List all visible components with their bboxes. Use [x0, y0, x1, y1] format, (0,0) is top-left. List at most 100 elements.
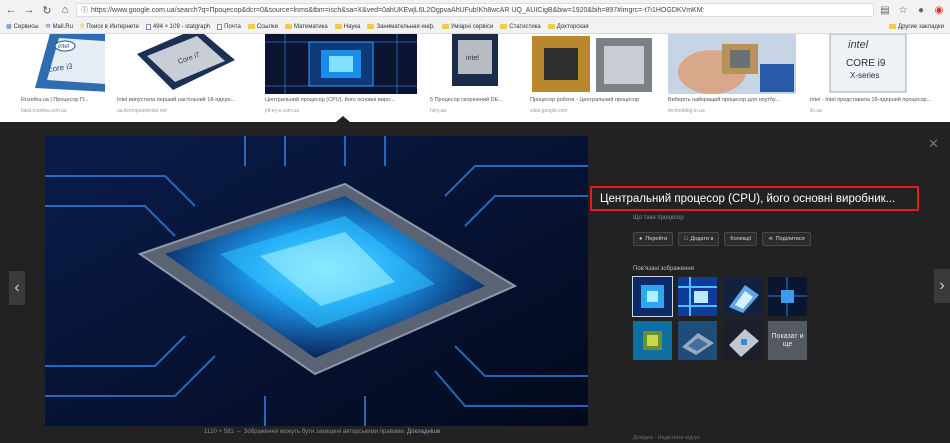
image-size: 1120 × 581: [204, 429, 234, 435]
related-image[interactable]: [768, 277, 807, 316]
chevron-left-icon: ‹: [14, 279, 20, 296]
share-icon: ⊲: [768, 236, 773, 242]
thumbnail-source: hmy.ua: [430, 108, 447, 114]
folder-icon: [284, 24, 292, 29]
result-thumbnail-selected[interactable]: Центральний процесор (CPU), його основні…: [265, 34, 417, 114]
highlighted-title-box: Центральний процесор (CPU), його основні…: [590, 186, 919, 211]
back-arrow-icon[interactable]: ←: [4, 3, 18, 17]
star-icon[interactable]: ☆: [896, 3, 910, 17]
result-thumbnail[interactable]: intel CORE i9 X-series Intel - Intel пре…: [810, 34, 931, 114]
intel-core-i3-box-icon: intel core i3: [21, 34, 105, 94]
reload-icon[interactable]: ↻: [40, 3, 54, 17]
bookmark-folder-doctoral[interactable]: Докторская: [547, 24, 589, 30]
result-thumbnail[interactable]: intel 5 Процесор скорінений DE... hmy.ua: [430, 34, 520, 114]
bookmark-folder-science[interactable]: Наука: [334, 24, 360, 30]
browser-toolbar: ← → ↻ ⌂ ⓘ https://www.google.com.ua/sear…: [0, 0, 950, 20]
info-icon: ⓘ: [81, 7, 88, 14]
bookmark-folder-stats[interactable]: Статистика: [500, 24, 541, 30]
folder-icon: [500, 24, 508, 29]
folder-icon: [889, 24, 897, 29]
thumbnail-source: hard.rozetka.com.ua: [21, 108, 67, 114]
svg-text:intel: intel: [466, 55, 479, 62]
image-preview-panel: ‹ 1120 × 581 – Зображення можуть бути за…: [0, 122, 950, 443]
visit-button[interactable]: ● Перейти: [633, 232, 674, 246]
related-image[interactable]: [632, 276, 673, 317]
hand-cpu-icon: [668, 34, 796, 94]
search-icon: ⚲: [79, 24, 85, 30]
intel-chip-sq-icon: intel: [430, 34, 520, 94]
share-button[interactable]: ⊲ Поділитися: [762, 232, 811, 246]
related-image[interactable]: [678, 321, 717, 360]
thumbnail-source: technoblog.in.ua: [668, 108, 705, 114]
help-feedback-links[interactable]: Довідка - Надіслати відгук: [633, 435, 700, 441]
bookmark-folder-fun[interactable]: Занимательная инф.: [367, 24, 435, 30]
folder-icon: [367, 24, 375, 29]
folder-icon: [547, 24, 555, 29]
image-meta: 1120 × 581 – Зображення можуть бути захи…: [204, 429, 441, 435]
translate-icon[interactable]: ▤: [878, 3, 892, 17]
svg-text:intel: intel: [58, 44, 70, 50]
related-image[interactable]: [723, 277, 762, 316]
chevron-right-icon: ›: [939, 277, 945, 294]
show-more-related-button[interactable]: Показат и ще: [768, 321, 807, 360]
intel-core-i9-box-icon: intel CORE i9 X-series: [810, 34, 926, 94]
thumbnail-caption: Процесор роботи - Центральний процесор: [530, 97, 640, 103]
other-bookmarks[interactable]: Другие закладки: [889, 24, 944, 30]
glowing-cpu-icon: [265, 34, 417, 94]
svg-text:CORE i9: CORE i9: [846, 58, 886, 69]
previous-image-button[interactable]: ‹: [9, 271, 25, 305]
svg-text:intel: intel: [848, 39, 869, 51]
collections-button[interactable]: Колекції: [724, 232, 758, 246]
related-images-label: Пов'язані зображення: [633, 266, 694, 272]
bookmark-folder-links[interactable]: Ссылки: [247, 24, 278, 30]
bookmarks-bar: ▦ Сервисы ✉ Mail.Ru ⚲ Поиск в Интернете 494…: [0, 20, 950, 34]
preview-image[interactable]: [45, 136, 588, 426]
bookmark-apps[interactable]: ▦ Сервисы: [6, 23, 39, 31]
learn-more-link[interactable]: Докладніше: [407, 429, 440, 435]
thumbnail-caption: Intel - Intel представила 18-ядерний про…: [810, 97, 932, 103]
page-icon: [217, 23, 223, 30]
folder-icon: [334, 24, 342, 29]
thumbnail-caption: Виберіть найкращий процесор для ноутбу..…: [668, 97, 780, 103]
address-bar[interactable]: ⓘ https://www.google.com.ua/search?q=Про…: [76, 3, 874, 17]
preview-subtitle[interactable]: Що таке процесор: [633, 215, 684, 221]
action-buttons: ● Перейти □ Додати в Колекції ⊲ Поділитися: [633, 232, 811, 246]
result-thumbnail[interactable]: Core i7 Intel випустила перший настільни…: [117, 34, 247, 114]
globe-icon: ●: [639, 236, 643, 242]
folder-icon: [441, 24, 449, 29]
related-image[interactable]: [723, 321, 762, 360]
bookmark-folder-math[interactable]: Математика: [284, 24, 328, 30]
result-thumbnail[interactable]: intel core i3 Rozetka.ua | Процесор П...…: [21, 34, 105, 114]
result-thumbnail[interactable]: Виберіть найкращий процесор для ноутбу..…: [668, 34, 796, 114]
thumbnail-source: sites.google.com: [530, 108, 568, 114]
result-thumbnail[interactable]: Процесор роботи - Центральний процесор s…: [530, 34, 656, 114]
cpu-pins-icon: [530, 34, 656, 94]
thumbnail-caption: Intel випустила перший настільний 18-яде…: [117, 97, 236, 103]
related-images-grid: Показат и ще: [632, 276, 807, 360]
bookmark-folder-services[interactable]: Уміарні сервіси: [441, 24, 493, 30]
results-strip: intel core i3 Rozetka.ua | Процесор П...…: [0, 34, 950, 122]
svg-text:X-series: X-series: [850, 71, 879, 80]
preview-title[interactable]: Центральний процесор (CPU), його основні…: [600, 193, 895, 205]
intel-core-i7-chip-icon: Core i7: [117, 34, 247, 94]
folder-icon: [247, 24, 255, 29]
save-to-button[interactable]: □ Додати в: [678, 232, 720, 246]
copyright-note: Зображення можуть бути захищені авторськ…: [243, 429, 406, 435]
home-icon[interactable]: ⌂: [58, 3, 72, 17]
thumbnail-source: pll-ey-s.com.ua: [265, 108, 299, 114]
close-icon[interactable]: ✕: [928, 136, 939, 152]
bookmark-mailru[interactable]: ✉ Mail.Ru: [46, 23, 73, 31]
bookmark-mail[interactable]: Почта: [217, 23, 241, 30]
show-more-label: Показат и ще: [771, 332, 804, 348]
next-image-button[interactable]: ›: [934, 269, 950, 303]
related-image[interactable]: [633, 321, 672, 360]
forward-arrow-icon[interactable]: →: [22, 3, 36, 17]
related-image[interactable]: [678, 277, 717, 316]
profile-icon[interactable]: ◉: [932, 3, 946, 17]
extension-icon[interactable]: ●: [914, 3, 928, 17]
bookmark-statgraph[interactable]: 494 × 109 - statgraph: [145, 23, 210, 30]
thumbnail-caption: Центральний процесор (CPU), його основні…: [265, 97, 395, 103]
bookmark-search[interactable]: ⚲ Поиск в Интернете: [79, 23, 139, 31]
page-icon: [145, 23, 151, 30]
apps-icon: ▦: [6, 24, 12, 30]
